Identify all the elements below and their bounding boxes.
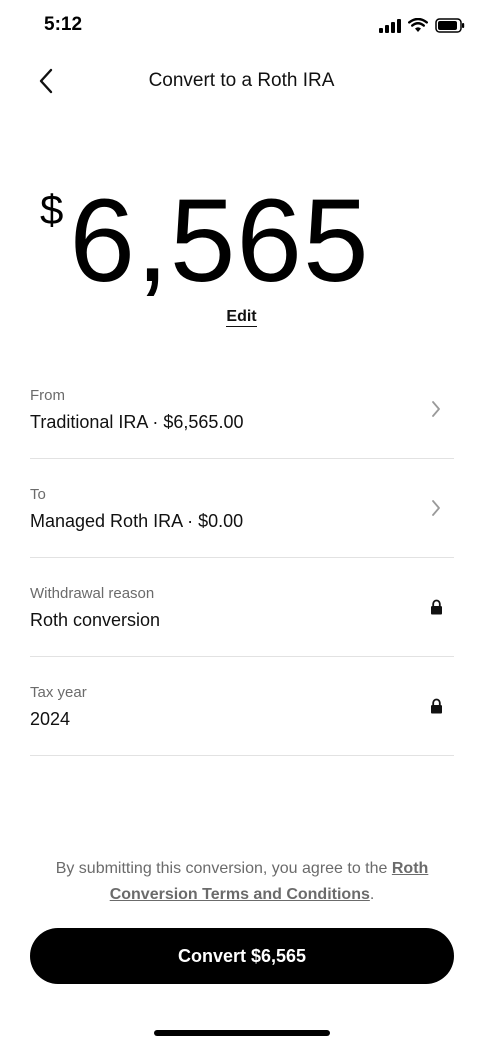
chevron-right-icon — [428, 400, 444, 418]
lock-icon — [428, 697, 444, 715]
edit-amount-container: Edit — [0, 308, 483, 327]
row-withdrawal-reason: Withdrawal reason Roth conversion — [30, 558, 454, 657]
disclaimer-suffix: . — [369, 886, 375, 903]
status-bar: 5:12 — [0, 0, 483, 52]
status-time: 5:12 — [44, 14, 83, 35]
home-indicator — [154, 1030, 330, 1036]
row-tax-year: Tax year 2024 — [30, 657, 454, 756]
currency-symbol: $ — [40, 186, 64, 233]
detail-list: From Traditional IRA · $6,565.00 To Mana… — [30, 360, 454, 756]
status-icons — [379, 18, 465, 33]
row-label: From — [30, 387, 65, 404]
amount-display: $ 6,565 — [0, 178, 483, 308]
wifi-icon — [408, 18, 428, 32]
row-value: 2024 — [30, 709, 71, 729]
disclaimer-text: By submitting this conversion, you agree… — [55, 860, 392, 877]
row-value: Roth conversion — [30, 610, 161, 630]
amount-value: 6,565 — [69, 175, 370, 307]
row-from[interactable]: From Traditional IRA · $6,565.00 — [30, 360, 454, 459]
row-value: Managed Roth IRA · $0.00 — [30, 511, 244, 531]
terms-disclaimer: By submitting this conversion, you agree… — [30, 856, 454, 908]
row-label: Tax year — [30, 684, 87, 701]
lock-icon — [428, 598, 444, 616]
row-to[interactable]: To Managed Roth IRA · $0.00 — [30, 459, 454, 558]
nav-bar: Convert to a Roth IRA — [0, 56, 483, 106]
cellular-signal-icon — [379, 18, 401, 33]
battery-icon — [435, 18, 465, 33]
row-value: Traditional IRA · $6,565.00 — [30, 412, 244, 432]
edit-amount-link[interactable]: Edit — [226, 308, 257, 327]
convert-button[interactable]: Convert $6,565 — [30, 928, 454, 984]
row-label: To — [30, 486, 46, 503]
page-title: Convert to a Roth IRA — [148, 70, 335, 91]
row-label: Withdrawal reason — [30, 585, 155, 602]
chevron-right-icon — [428, 499, 444, 517]
